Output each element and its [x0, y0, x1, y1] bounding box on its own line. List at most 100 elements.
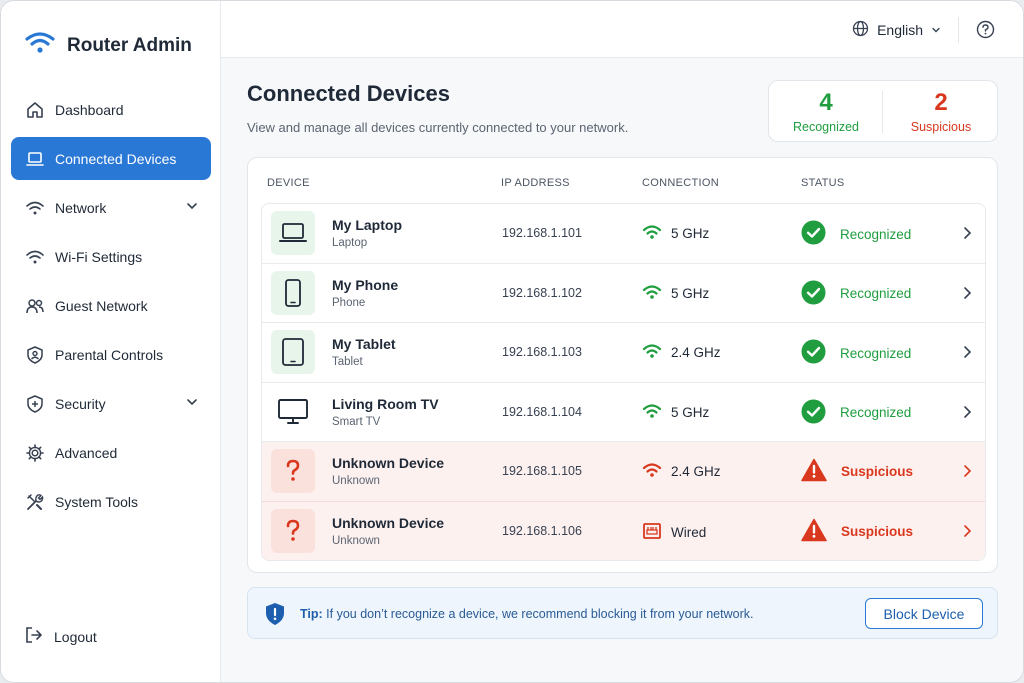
language-selector[interactable]: English — [852, 20, 941, 40]
sidebar-item-label: Guest Network — [55, 297, 148, 314]
device-stats: 4 Recognized 2 Suspicious — [768, 80, 998, 142]
wifi-icon — [24, 246, 46, 268]
shield-user-icon — [24, 344, 46, 366]
status-label: Recognized — [840, 226, 912, 242]
device-ip: 192.168.1.103 — [502, 345, 582, 360]
question-mark-icon — [271, 449, 315, 494]
chevron-right-icon — [961, 286, 973, 305]
column-header-connection: CONNECTION — [642, 177, 719, 189]
device-ip: 192.168.1.104 — [502, 404, 582, 419]
chevron-down-icon[interactable] — [185, 395, 199, 412]
tip-label: Tip: — [300, 607, 323, 621]
chevron-down-icon[interactable] — [185, 199, 199, 216]
wifi-icon — [24, 197, 46, 219]
device-type: Phone — [332, 296, 366, 309]
connection-label: 5 GHz — [671, 404, 710, 420]
logout-icon — [24, 625, 44, 648]
connection-label: Wired — [671, 525, 707, 540]
page-title: Connected Devices — [247, 81, 450, 106]
status-badge: Suspicious — [801, 518, 913, 545]
sidebar-item-connected-devices[interactable]: Connected Devices — [11, 137, 211, 180]
device-connection: Wired — [642, 522, 706, 543]
devices-table: DEVICE IP ADDRESS CONNECTION STATUS My L… — [247, 157, 998, 573]
device-ip: 192.168.1.106 — [502, 524, 582, 538]
sidebar-item-label: Dashboard — [55, 101, 124, 118]
divider — [958, 17, 959, 43]
connection-label: 5 GHz — [671, 226, 710, 241]
chevron-right-icon — [961, 226, 973, 245]
device-type: Laptop — [332, 237, 368, 249]
table-row[interactable]: Unknown Device Unknown 192.168.1.106 Wir… — [262, 502, 985, 560]
column-header-device: DEVICE — [267, 177, 310, 189]
device-ip: 192.168.1.101 — [502, 226, 582, 240]
recognized-stat: 4 Recognized — [769, 81, 883, 143]
sidebar-nav: Dashboard Connected Devices Network Wi-F… — [11, 88, 211, 529]
tv-icon — [271, 390, 315, 434]
sidebar: Router Admin Dashboard Connected Devices… — [1, 1, 221, 682]
tip-banner: Tip: If you don’t recognize a device, we… — [247, 587, 998, 639]
connection-label: 2.4 GHz — [671, 464, 721, 480]
sidebar-item-parental-controls[interactable]: Parental Controls — [11, 333, 211, 376]
laptop-icon — [24, 148, 46, 170]
chevron-right-icon — [961, 464, 973, 483]
help-icon[interactable] — [976, 20, 995, 44]
device-ip: 192.168.1.105 — [502, 464, 582, 479]
table-row[interactable]: My Laptop Laptop 192.168.1.101 5 GHz Rec… — [262, 204, 985, 264]
divider — [882, 91, 883, 133]
sidebar-item-label: Network — [55, 199, 107, 216]
device-name: Unknown Device — [332, 515, 445, 531]
device-connection: 5 GHz — [642, 284, 709, 303]
sidebar-item-security[interactable]: Security — [11, 382, 211, 425]
tip-text: Tip: If you don’t recognize a device, we… — [300, 607, 753, 621]
device-connection: 2.4 GHz — [642, 462, 721, 481]
brand[interactable]: Router Admin — [25, 31, 192, 60]
table-row[interactable]: Living Room TV Smart TV 192.168.1.104 5 … — [262, 383, 985, 443]
chevron-right-icon — [961, 524, 973, 543]
table-row[interactable]: Unknown Device Unknown 192.168.1.105 2.4… — [262, 442, 985, 502]
wifi-logo-icon — [25, 31, 55, 60]
suspicious-count: 2 — [934, 89, 948, 116]
status-badge: Recognized — [801, 339, 911, 367]
warning-icon — [801, 518, 827, 545]
sidebar-item-advanced[interactable]: Advanced — [11, 431, 211, 474]
sidebar-item-network[interactable]: Network — [11, 186, 211, 229]
device-name: Unknown Device — [332, 455, 445, 472]
device-connection: 2.4 GHz — [642, 343, 721, 362]
status-badge: Recognized — [801, 399, 911, 427]
chevron-right-icon — [961, 405, 973, 424]
device-ip: 192.168.1.102 — [502, 285, 582, 300]
tools-icon — [24, 491, 46, 513]
connection-label: 5 GHz — [671, 285, 710, 301]
shield-info-icon — [264, 602, 286, 631]
table-row[interactable]: My Tablet Tablet 192.168.1.103 2.4 GHz R… — [262, 323, 985, 383]
sidebar-item-wifi-settings[interactable]: Wi-Fi Settings — [11, 235, 211, 278]
top-bar: English — [221, 1, 1023, 58]
status-label: Recognized — [840, 405, 912, 421]
sidebar-item-guest-network[interactable]: Guest Network — [11, 284, 211, 327]
logout-button[interactable]: Logout — [24, 625, 97, 648]
block-device-button[interactable]: Block Device — [865, 598, 983, 629]
wifi-icon — [642, 403, 662, 422]
sidebar-item-system-tools[interactable]: System Tools — [11, 480, 211, 523]
globe-icon — [852, 20, 869, 40]
device-type: Unknown — [332, 535, 380, 547]
device-name: My Tablet — [332, 336, 396, 353]
app-window: Router Admin Dashboard Connected Devices… — [0, 0, 1024, 683]
column-header-ip: IP ADDRESS — [501, 177, 570, 189]
tip-message: If you don’t recognize a device, we reco… — [326, 607, 754, 621]
wifi-icon — [642, 462, 662, 481]
check-circle-icon — [801, 339, 826, 367]
status-badge: Recognized — [801, 280, 911, 308]
ethernet-port-icon — [642, 522, 662, 543]
sidebar-item-dashboard[interactable]: Dashboard — [11, 88, 211, 131]
users-icon — [24, 295, 46, 317]
device-type: Unknown — [332, 475, 380, 488]
table-row[interactable]: My Phone Phone 192.168.1.102 5 GHz Recog… — [262, 264, 985, 324]
device-name: My Laptop — [332, 217, 402, 233]
chevron-right-icon — [961, 345, 973, 364]
device-list: My Laptop Laptop 192.168.1.101 5 GHz Rec… — [261, 203, 986, 561]
device-connection: 5 GHz — [642, 403, 709, 422]
sidebar-item-label: Advanced — [55, 444, 118, 461]
wifi-icon — [642, 343, 662, 362]
sidebar-item-label: Security — [55, 395, 106, 412]
